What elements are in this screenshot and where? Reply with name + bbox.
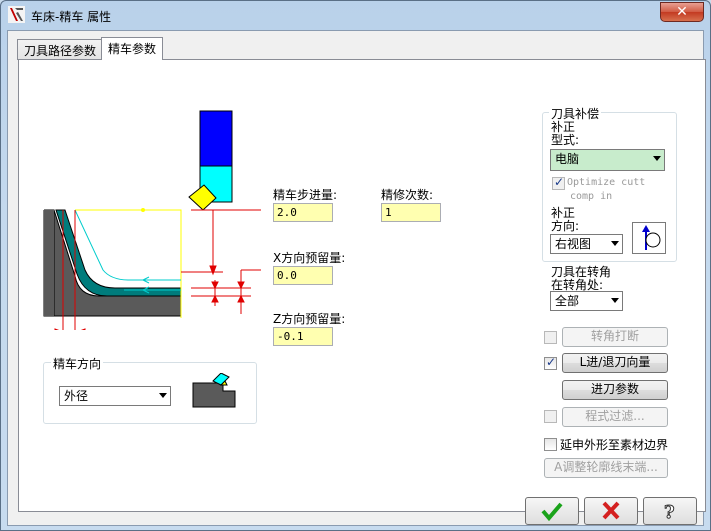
ok-button[interactable] <box>525 497 579 525</box>
comp-type-label-2: 型式: <box>551 133 580 147</box>
comp-direction-icon[interactable] <box>632 222 666 254</box>
lead-checkbox[interactable] <box>544 355 557 370</box>
comp-dir-select[interactable]: 右视图 <box>550 234 623 254</box>
extend-checkbox[interactable] <box>544 438 557 451</box>
filter-checkbox[interactable] <box>544 410 557 423</box>
comp-dir-label-2: 方向: <box>551 219 580 233</box>
step-label: 精车步进量: <box>273 188 338 202</box>
extend-label: 延申外形至素材边界 <box>560 438 669 452</box>
z-stock-label: Z方向预留量: <box>273 312 346 326</box>
direction-group-title: 精车方向 <box>51 355 104 372</box>
chevron-down-icon <box>611 298 619 303</box>
window-title: 车床-精车 属性 <box>31 10 112 24</box>
passes-input[interactable]: 1 <box>381 203 441 222</box>
svg-text:?: ? <box>664 502 675 523</box>
passes-label: 精修次数: <box>381 188 434 202</box>
title-bar: 车床-精车 属性 ✕ <box>1 1 710 29</box>
optimize-label-2: comp in <box>570 191 613 202</box>
outer-diameter-icon <box>192 373 236 408</box>
cancel-button[interactable] <box>584 497 638 525</box>
adjust-contour-button[interactable]: A调整轮廓线末端... <box>544 458 668 478</box>
plunge-button[interactable]: 进刀参数 <box>562 380 668 400</box>
optimize-label-1: Optimize cutt <box>567 177 646 188</box>
corner-select[interactable]: 全部 <box>550 291 623 311</box>
filter-button[interactable]: 程式过滤... <box>562 407 668 427</box>
finish-params-panel: 精车步进量: 2.0 精修次数: 1 X方向预留量: 0.0 Z方向预留量: -… <box>18 59 706 512</box>
step-input[interactable]: 2.0 <box>273 203 333 222</box>
lead-button[interactable]: L进/退刀向量 <box>562 353 668 373</box>
cancel-x-icon <box>602 501 620 520</box>
tab-finish-params[interactable]: 精车参数 <box>101 37 164 60</box>
z-stock-input[interactable]: -0.1 <box>273 327 333 346</box>
corner-break-checkbox[interactable] <box>544 331 557 344</box>
corner-break-button[interactable]: 转角打断 <box>562 327 668 347</box>
chevron-down-icon <box>653 156 661 161</box>
help-question-icon: ? <box>664 502 676 524</box>
optimize-checkbox[interactable] <box>552 175 565 190</box>
chevron-down-icon <box>611 241 619 246</box>
x-stock-label: X方向预留量: <box>273 251 346 265</box>
help-button[interactable]: ? <box>643 497 697 525</box>
comp-type-select[interactable]: 电脑 <box>550 149 665 171</box>
direction-select[interactable]: 外径 <box>59 386 171 406</box>
tab-toolpath-params[interactable]: 刀具路径参数 <box>17 39 104 60</box>
x-stock-input[interactable]: 0.0 <box>273 266 333 285</box>
app-logo-icon <box>8 6 25 23</box>
dialog-client: 刀具路径参数 精车参数 精车步进量: 2.0 精修次数: 1 X方向预留量: 0… <box>7 30 706 526</box>
dialog-window: 车床-精车 属性 ✕ 刀具路径参数 精车参数 精车步进量: 2.0 精修次数: … <box>0 0 711 531</box>
close-button[interactable]: ✕ <box>660 2 704 22</box>
checkmark-icon <box>541 502 563 522</box>
chevron-down-icon <box>159 393 167 398</box>
